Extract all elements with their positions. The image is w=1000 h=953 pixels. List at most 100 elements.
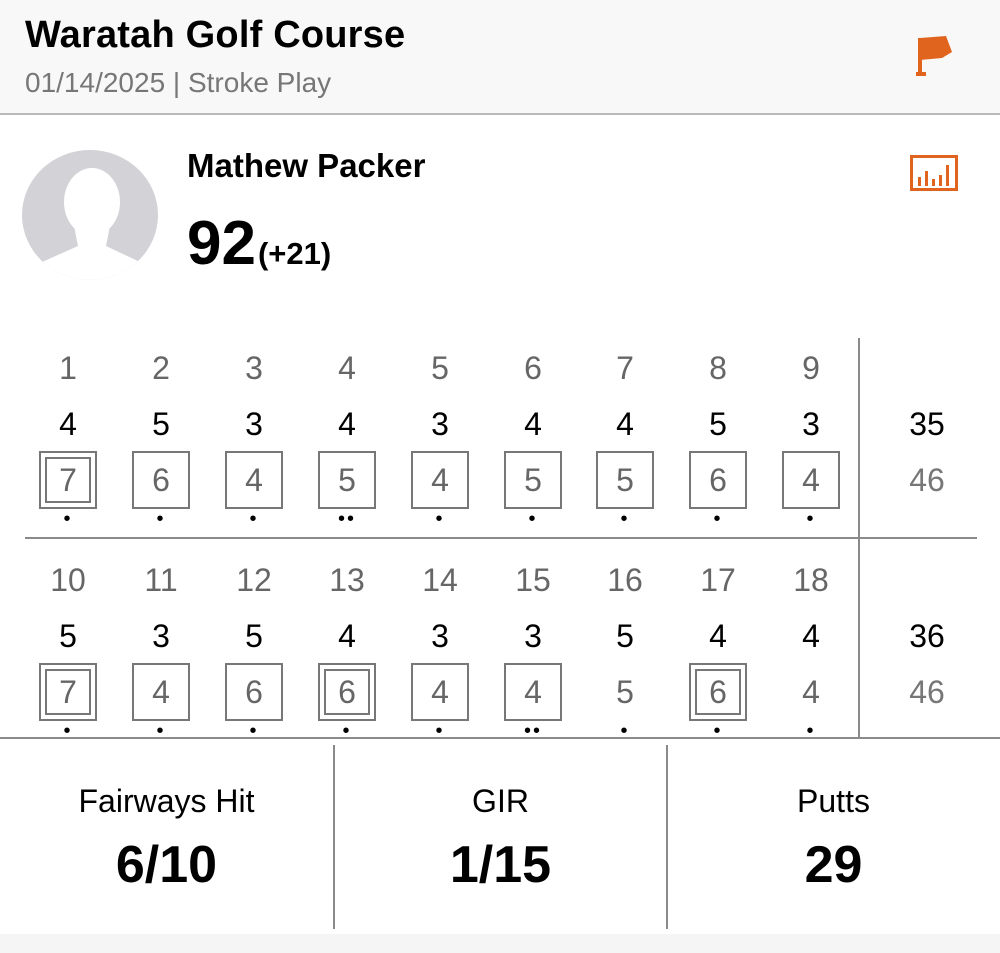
hole-number: 8 (709, 350, 727, 386)
par-total: 35 (909, 406, 945, 442)
hole-score[interactable]: 5 (596, 451, 654, 509)
hole-score[interactable]: 4 (411, 663, 469, 721)
par-total: 36 (909, 618, 945, 654)
round-stats: Fairways Hit 6/10 GIR 1/15 Putts 29 (0, 737, 1000, 936)
round-info: 01/14/2025 | Stroke Play (25, 67, 332, 98)
score-total-nine: 46 (909, 674, 945, 710)
course-title: Waratah Golf Course (25, 14, 406, 56)
hole-number: 11 (144, 562, 178, 598)
hole-par: 5 (59, 618, 77, 654)
scorecard: 1 4 7 • 2 5 6 • 3 3 4 • 4 4 5 •• 5 3 4 • 6 4 5 • 7 4 5 • 8 5 6 • 9 3 4 • 35 4… (0, 338, 1000, 742)
putt-dots: • (620, 508, 630, 530)
person-silhouette-icon (34, 168, 146, 280)
fairways-hit-value: 6/10 (115, 836, 218, 894)
hole-par: 3 (152, 618, 170, 654)
hole-par: 3 (431, 406, 449, 442)
putt-dots: • (806, 720, 816, 742)
putt-dots: • (249, 720, 259, 742)
nines-divider (25, 537, 977, 539)
hole-score[interactable]: 7 (39, 451, 97, 509)
hole-score[interactable]: 6 (225, 663, 283, 721)
putt-dots: •• (523, 720, 542, 742)
hole-score[interactable]: 6 (318, 663, 376, 721)
gir-stat: GIR 1/15 (334, 739, 667, 934)
fairways-hit-label: Fairways Hit (78, 783, 255, 819)
putt-dots: • (342, 720, 352, 742)
hole-score[interactable]: 5 (504, 451, 562, 509)
putt-dots: • (528, 508, 538, 530)
putts-stat: Putts 29 (667, 739, 1000, 934)
hole-par: 5 (709, 406, 727, 442)
putt-dots: • (156, 720, 166, 742)
hole-number: 2 (152, 350, 170, 386)
hole-par: 3 (524, 618, 542, 654)
hole-par: 4 (338, 406, 356, 442)
hole-score[interactable]: 4 (411, 451, 469, 509)
putt-dots: • (713, 508, 723, 530)
gir-value: 1/15 (449, 836, 552, 894)
putt-dots: • (63, 508, 73, 530)
hole-number: 5 (431, 350, 449, 386)
hole-number: 18 (793, 562, 829, 598)
hole-par: 3 (431, 618, 449, 654)
hole-number: 13 (329, 562, 365, 598)
hole-score[interactable]: 5 (318, 451, 376, 509)
score-total: 92 (187, 209, 256, 278)
hole-number: 9 (802, 350, 820, 386)
hole-score[interactable]: 6 (689, 663, 747, 721)
hole-number: 14 (422, 562, 458, 598)
hole-number: 12 (236, 562, 272, 598)
hole-number: 1 (59, 350, 77, 386)
hole-score[interactable]: 4 (782, 451, 840, 509)
hole-score[interactable]: 4 (504, 663, 562, 721)
putts-label: Putts (797, 783, 870, 819)
hole-par: 4 (338, 618, 356, 654)
hole-score[interactable]: 4 (132, 663, 190, 721)
putt-dots: •• (337, 508, 356, 530)
gir-label: GIR (472, 783, 529, 819)
hole-score[interactable]: 5 (596, 663, 654, 721)
hole-number: 7 (616, 350, 634, 386)
putt-dots: • (63, 720, 73, 742)
hole-par: 4 (616, 406, 634, 442)
hole-par: 5 (616, 618, 634, 654)
putt-dots: • (713, 720, 723, 742)
hole-score[interactable]: 7 (39, 663, 97, 721)
hole-par: 4 (709, 618, 727, 654)
hole-number: 16 (607, 562, 643, 598)
hole-score[interactable]: 4 (225, 451, 283, 509)
putt-dots: • (249, 508, 259, 530)
hole-par: 3 (245, 406, 263, 442)
hole-par: 3 (802, 406, 820, 442)
hole-number: 10 (50, 562, 86, 598)
putt-dots: • (156, 508, 166, 530)
putts-value: 29 (804, 836, 863, 894)
score-total-nine: 46 (909, 462, 945, 498)
putt-dots: • (435, 720, 445, 742)
avatar (22, 150, 158, 280)
hole-par: 4 (524, 406, 542, 442)
score-to-par: (+21) (257, 236, 332, 271)
hole-number: 6 (524, 350, 542, 386)
putt-dots: • (435, 508, 445, 530)
hole-par: 4 (802, 618, 820, 654)
round-header: Waratah Golf Course 01/14/2025 | Stroke … (0, 0, 1000, 115)
footer-bar (0, 934, 1000, 953)
hole-number: 15 (515, 562, 551, 598)
hole-score[interactable]: 6 (132, 451, 190, 509)
hole-score[interactable]: 4 (782, 663, 840, 721)
hole-number: 17 (700, 562, 736, 598)
hole-number: 4 (338, 350, 356, 386)
player-name: Mathew Packer (187, 147, 426, 184)
hole-score[interactable]: 6 (689, 451, 747, 509)
hole-par: 5 (152, 406, 170, 442)
putt-dots: • (806, 508, 816, 530)
hole-par: 5 (245, 618, 263, 654)
hole-number: 3 (245, 350, 263, 386)
fairways-hit-stat: Fairways Hit 6/10 (0, 739, 333, 934)
hole-par: 4 (59, 406, 77, 442)
flag-icon[interactable] (912, 32, 956, 80)
player-score: 92(+21) (187, 208, 331, 279)
bar-chart-icon[interactable] (910, 155, 958, 191)
putt-dots: • (620, 720, 630, 742)
